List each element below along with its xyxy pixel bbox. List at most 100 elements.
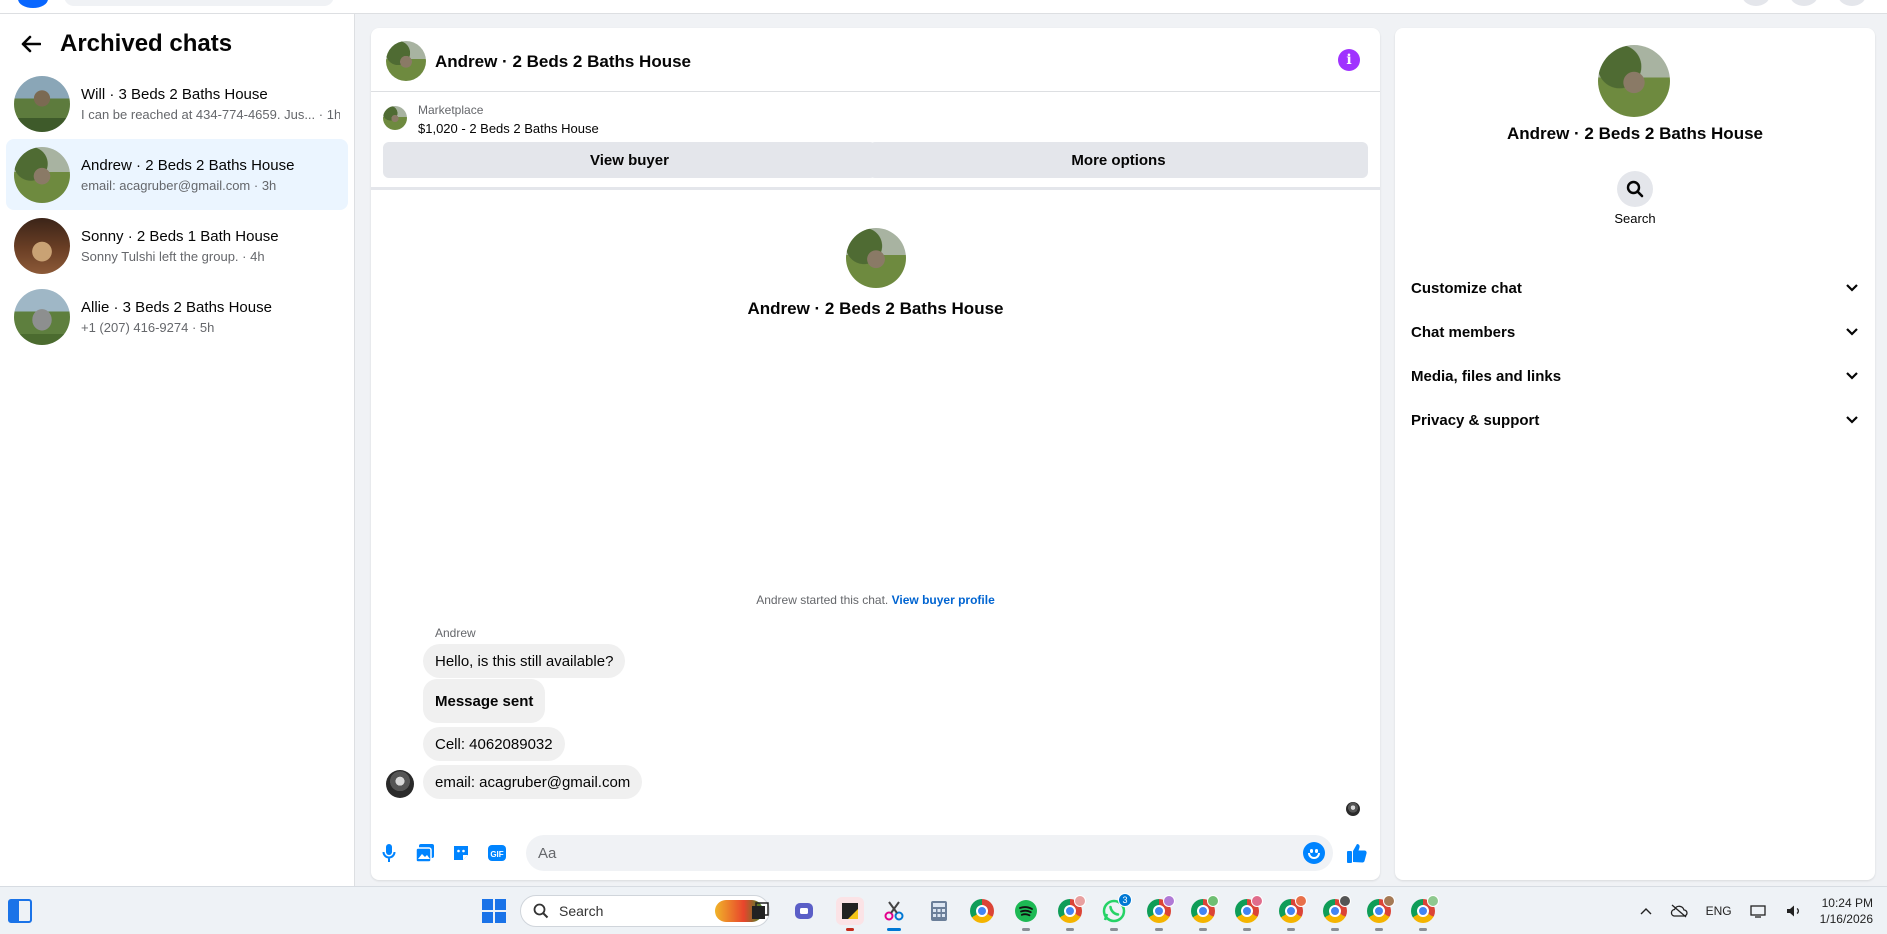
facebook-search-input[interactable] [64, 0, 334, 6]
chrome-profile-icon[interactable] [1409, 895, 1439, 931]
chat-name: Sonny · 2 Beds 1 Bath House [81, 227, 279, 245]
listing-thumbnail [383, 106, 407, 130]
chrome-profile-icon[interactable] [1233, 895, 1263, 931]
chat-name: Allie · 3 Beds 2 Baths House [81, 298, 272, 316]
chevron-down-icon [1846, 284, 1858, 292]
chat-started-text: Andrew started this chat. [756, 593, 889, 607]
avatar [14, 217, 70, 274]
page-title: Archived chats [60, 30, 233, 57]
top-navigation-bar [0, 0, 1887, 14]
language-indicator[interactable]: ENG [1706, 904, 1732, 918]
conversation-title[interactable]: Andrew · 2 Beds 2 Baths House [435, 52, 691, 72]
section-media-files-links[interactable]: Media, files and links [1405, 354, 1865, 398]
view-buyer-button[interactable]: View buyer [383, 142, 876, 178]
profile-avatar[interactable] [1838, 0, 1866, 6]
section-label: Customize chat [1411, 279, 1522, 297]
sender-avatar[interactable] [386, 770, 414, 798]
search-in-conversation-button[interactable]: Search [1395, 171, 1875, 226]
task-view-icon[interactable] [746, 897, 774, 925]
chrome-profile-icon[interactable] [1365, 895, 1395, 931]
snipping-tool-icon[interactable] [880, 897, 908, 931]
chevron-down-icon [1846, 328, 1858, 336]
marketplace-listing-bar: Marketplace $1,020 - 2 Beds 2 Baths Hous… [371, 92, 1380, 190]
message-sender-name: Andrew [435, 626, 476, 640]
archived-chats-panel: Archived chats Will · 3 Beds 2 Baths Hou… [0, 14, 355, 886]
section-label: Privacy & support [1411, 411, 1540, 429]
volume-icon[interactable] [1786, 904, 1802, 918]
chrome-icon[interactable] [968, 897, 996, 925]
photo-icon[interactable] [414, 842, 436, 864]
chat-preview: Sonny Tulshi left the group. · 4h [81, 248, 265, 264]
windows-start-icon[interactable] [482, 899, 506, 923]
seen-receipt-avatar [1346, 802, 1360, 816]
chrome-profile-icon[interactable] [1321, 895, 1351, 931]
chat-item-allie[interactable]: Allie · 3 Beds 2 Baths House +1 (207) 41… [6, 281, 348, 352]
avatar [14, 146, 70, 203]
notifications-icon[interactable] [1790, 0, 1818, 6]
section-label: Media, files and links [1411, 367, 1562, 385]
message-input-wrapper [526, 835, 1333, 871]
chat-item-will[interactable]: Will · 3 Beds 2 Baths House I can be rea… [6, 68, 348, 139]
search-icon [533, 903, 549, 919]
clock-time: 10:24 PM [1821, 896, 1873, 910]
widgets-icon[interactable] [8, 899, 32, 923]
back-arrow-icon[interactable] [18, 31, 44, 57]
section-customize-chat[interactable]: Customize chat [1405, 266, 1865, 310]
facebook-logo-icon[interactable] [18, 0, 48, 8]
chrome-profile-icon[interactable] [1056, 895, 1086, 931]
microphone-icon[interactable] [378, 842, 400, 864]
listing-price-title[interactable]: $1,020 - 2 Beds 2 Baths House [418, 121, 599, 136]
chrome-profile-icon[interactable] [1145, 895, 1175, 931]
avatar [14, 288, 70, 345]
chrome-profile-icon[interactable] [1277, 895, 1307, 931]
message-bubble[interactable]: email: acagruber@gmail.com [423, 765, 643, 799]
network-icon[interactable] [1749, 904, 1768, 918]
whatsapp-icon[interactable]: 3 [1100, 893, 1132, 931]
sticky-notes-icon[interactable] [836, 897, 864, 931]
chevron-down-icon [1846, 372, 1858, 380]
conversation-avatar[interactable] [386, 41, 426, 81]
section-label: Chat members [1411, 323, 1516, 341]
section-chat-members[interactable]: Chat members [1405, 310, 1865, 354]
message-composer: GIF [371, 830, 1380, 880]
chat-name: Will · 3 Beds 2 Baths House [81, 85, 268, 103]
chat-item-sonny[interactable]: Sonny · 2 Beds 1 Bath House Sonny Tulshi… [6, 210, 348, 281]
search-label: Search [1614, 211, 1656, 226]
chat-preview: email: acagruber@gmail.com · 3h [81, 177, 277, 193]
windows-taskbar: Search 3 ENG 10:24 PM 1/16/2026 [0, 886, 1887, 934]
info-name: Andrew · 2 Beds 2 Baths House [1506, 124, 1763, 143]
section-privacy-support[interactable]: Privacy & support [1405, 398, 1865, 442]
taskbar-search-box[interactable]: Search [520, 895, 770, 927]
conversation-panel: Andrew · 2 Beds 2 Baths House i Marketpl… [371, 28, 1380, 880]
sticker-icon[interactable] [450, 842, 472, 864]
more-options-button[interactable]: More options [869, 142, 1368, 178]
chat-item-andrew[interactable]: Andrew · 2 Beds 2 Baths House email: aca… [6, 139, 348, 210]
view-buyer-profile-link[interactable]: View buyer profile [892, 593, 995, 607]
message-bubble[interactable]: Message sent [423, 679, 546, 723]
svg-text:GIF: GIF [490, 850, 503, 859]
teams-icon[interactable] [791, 897, 819, 925]
whatsapp-badge: 3 [1118, 893, 1132, 907]
thumbs-up-icon[interactable] [1346, 842, 1368, 864]
cloud-off-icon[interactable] [1670, 904, 1688, 918]
marketplace-label: Marketplace [418, 103, 484, 117]
profile-avatar[interactable] [845, 228, 906, 288]
gif-icon[interactable]: GIF [486, 842, 508, 864]
info-icon[interactable]: i [1338, 49, 1360, 71]
chrome-profile-icon[interactable] [1189, 895, 1219, 931]
system-clock[interactable]: 10:24 PM 1/16/2026 [1820, 895, 1873, 927]
chevron-up-icon[interactable] [1640, 907, 1652, 915]
message-bubble[interactable]: Cell: 4062089032 [423, 727, 565, 761]
system-tray: ENG 10:24 PM 1/16/2026 [1640, 887, 1887, 934]
message-input[interactable] [538, 844, 1298, 862]
emoji-icon[interactable] [1303, 842, 1325, 864]
info-avatar[interactable] [1598, 45, 1670, 117]
message-bubble[interactable]: Hello, is this still available? [423, 644, 626, 678]
archived-chats-header: Archived chats [18, 30, 232, 58]
menu-icon[interactable] [1742, 0, 1770, 6]
chat-name: Andrew · 2 Beds 2 Baths House [81, 156, 295, 174]
spotify-icon[interactable] [1012, 897, 1040, 931]
calculator-icon[interactable] [925, 897, 953, 925]
conversation-header: Andrew · 2 Beds 2 Baths House i [371, 28, 1380, 92]
conversation-profile: Andrew · 2 Beds 2 Baths House [371, 228, 1380, 319]
